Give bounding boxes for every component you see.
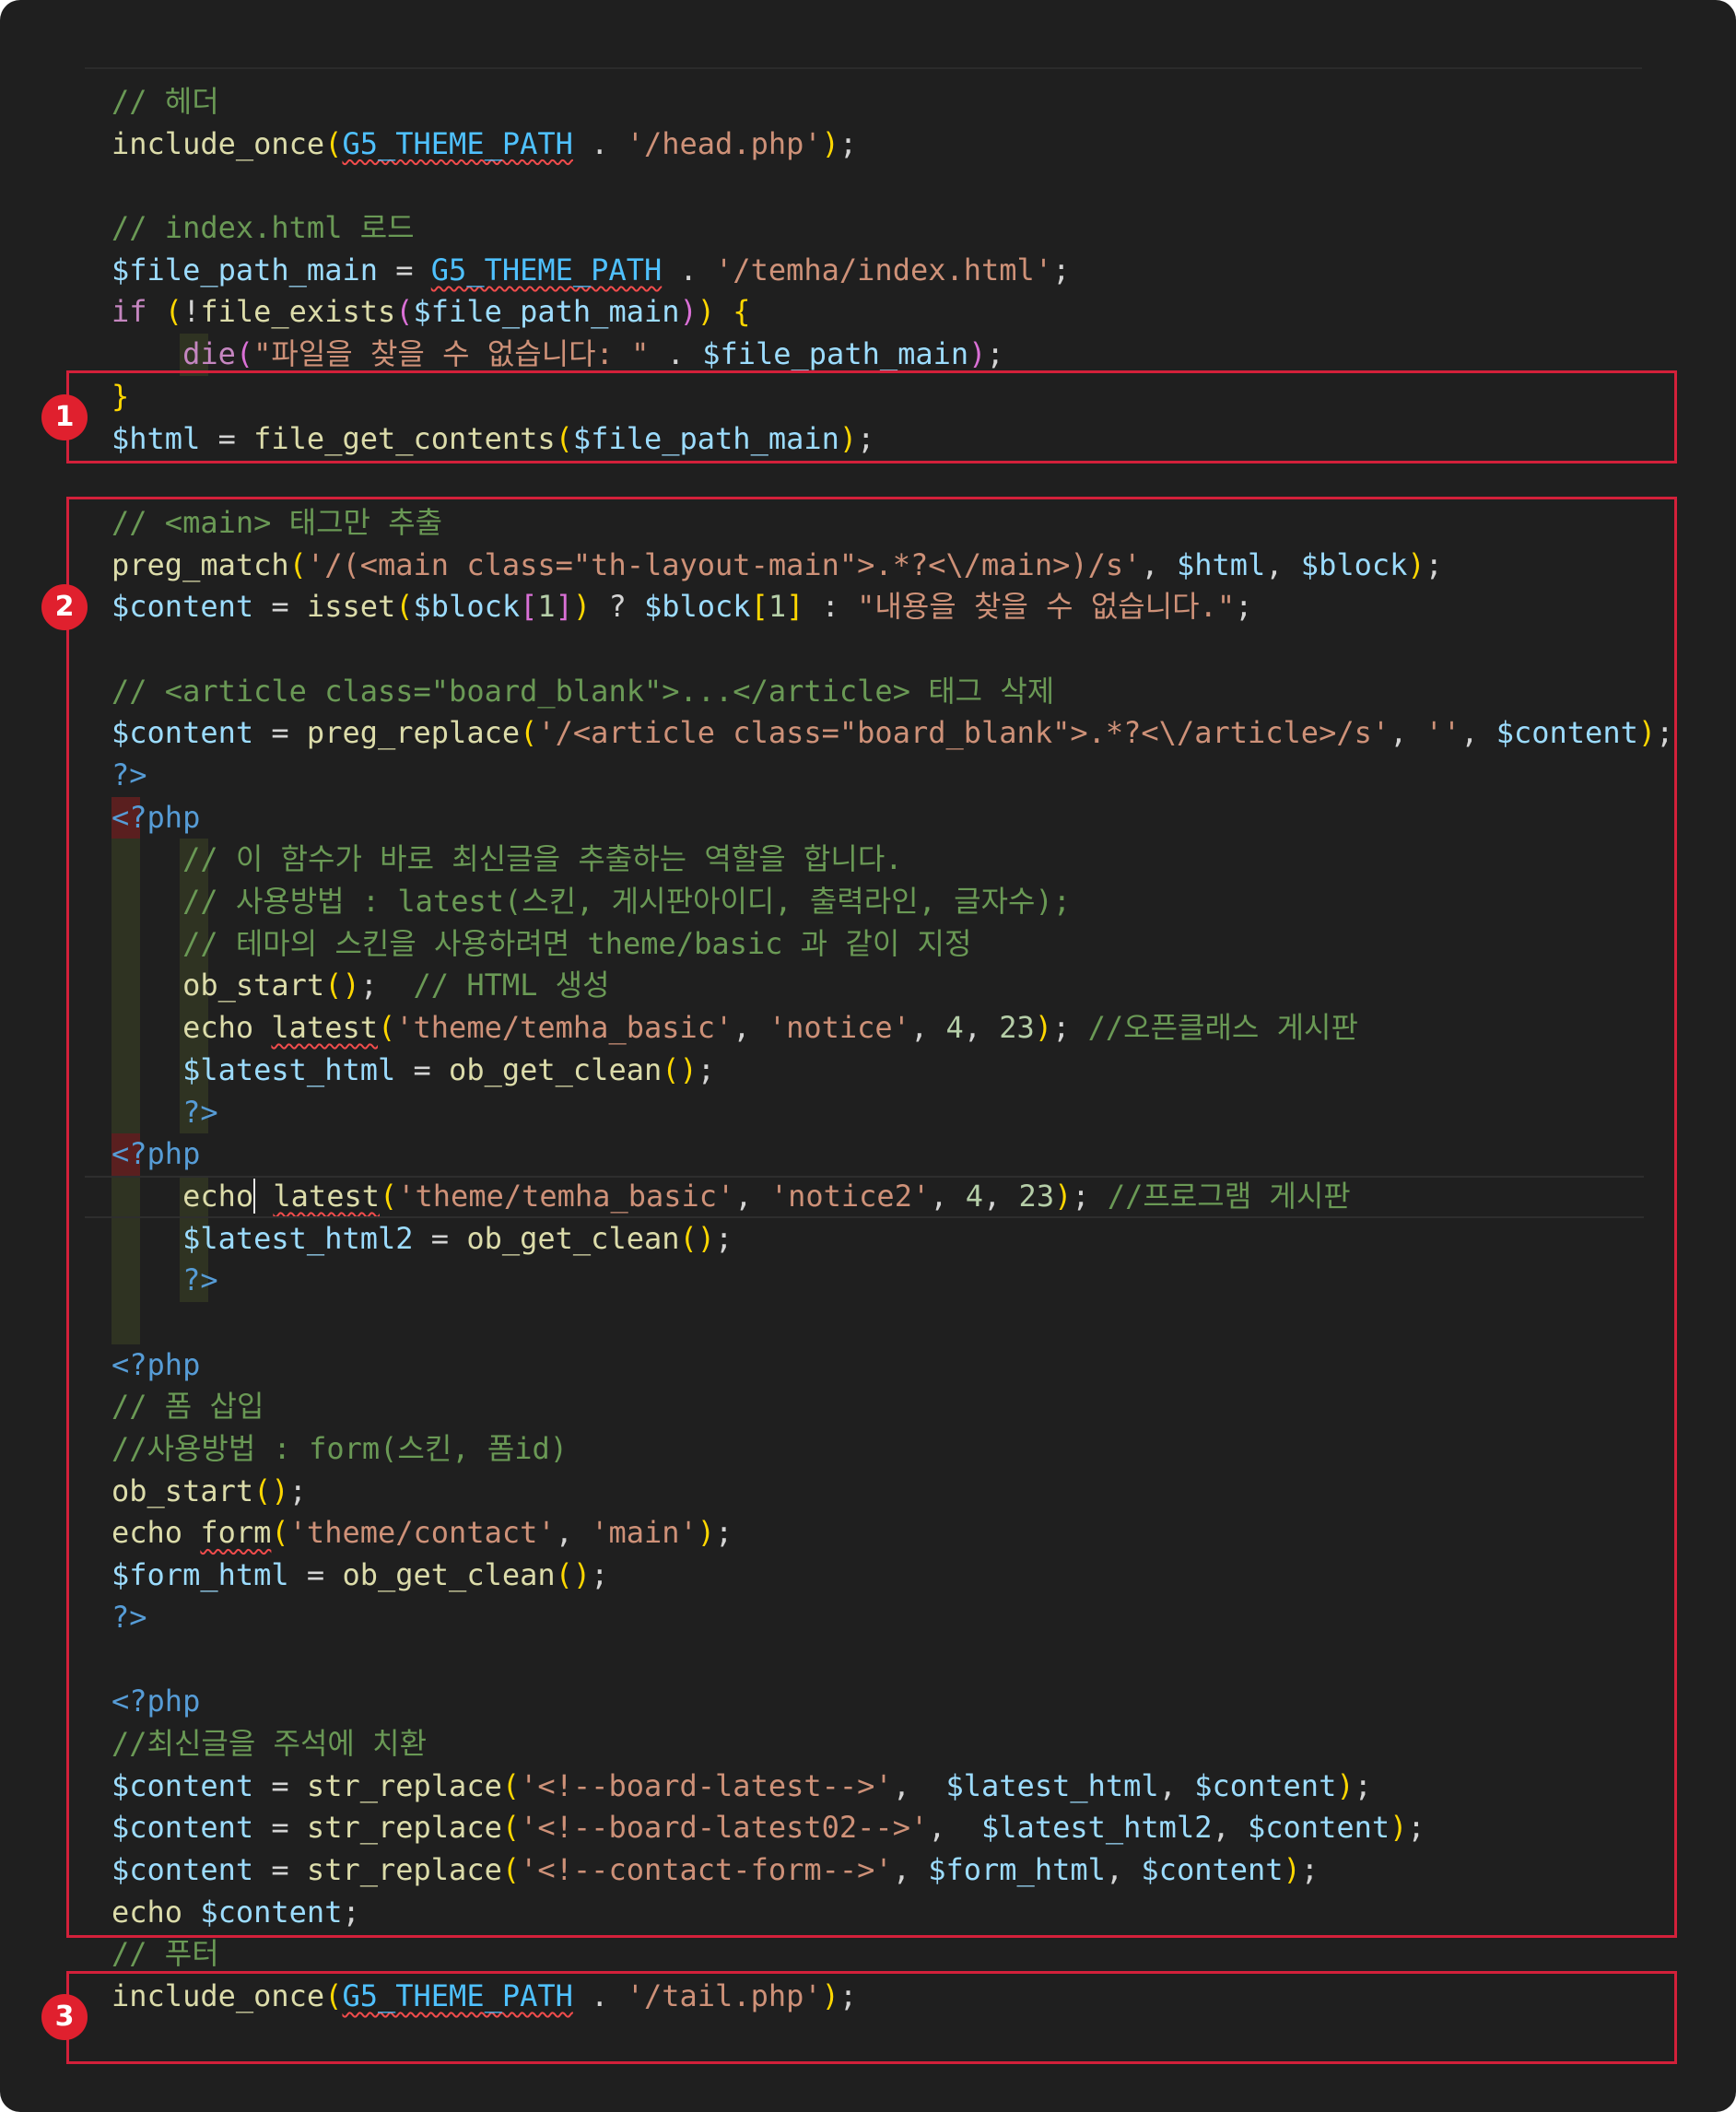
code-token: { — [733, 294, 751, 330]
code-token: ; — [1052, 252, 1071, 287]
code-line[interactable]: // 푸터 — [0, 1933, 1736, 1976]
step-badge: 3 — [41, 1994, 88, 2041]
code-text: if (!file_exists($file_path_main)) { — [111, 291, 751, 334]
code-text: // index.html 로드 — [111, 207, 415, 250]
code-token: ) — [821, 125, 839, 161]
code-token: $file_path_main — [413, 294, 680, 330]
code-token: "파일을 찾을 수 없습니다: " — [253, 336, 650, 372]
code-token: = — [377, 252, 431, 287]
code-line[interactable]: // 헤더 — [0, 81, 1736, 123]
step-badge: 1 — [41, 393, 88, 440]
code-token: . — [572, 125, 627, 161]
code-token: $file_path_main — [702, 336, 969, 372]
code-token: ! — [182, 294, 201, 330]
code-token: . — [662, 252, 716, 287]
code-token: G5_THEME_PATH — [430, 252, 663, 287]
code-token: ; — [986, 336, 1004, 372]
code-text: include_once(G5_THEME_PATH . '/head.php'… — [111, 123, 857, 166]
code-text: // 헤더 — [111, 81, 219, 123]
code-token: if — [111, 294, 147, 330]
code-token: $file_path_main — [111, 252, 378, 287]
code-token: '/head.php' — [626, 125, 822, 161]
code-line[interactable] — [0, 165, 1736, 207]
code-token: ( — [324, 125, 343, 161]
code-token: G5_THEME_PATH — [342, 125, 573, 161]
code-text: $file_path_main = G5_THEME_PATH . '/temh… — [111, 250, 1070, 292]
code-token: ( — [164, 294, 183, 330]
step-badge: 2 — [41, 584, 88, 630]
code-token: ) — [697, 294, 716, 330]
code-token: ( — [395, 294, 414, 330]
highlight-box — [66, 1970, 1677, 2064]
code-line[interactable]: if (!file_exists($file_path_main)) { — [0, 291, 1736, 334]
code-token: ( — [235, 336, 254, 372]
code-token: file_exists — [200, 294, 396, 330]
code-token: // index.html 로드 — [111, 210, 415, 246]
code-line[interactable]: // index.html 로드 — [0, 207, 1736, 250]
code-token: ) — [968, 336, 987, 372]
code-token: // 푸터 — [111, 1936, 219, 1972]
code-text: // 푸터 — [111, 1933, 219, 1976]
code-token: ; — [839, 125, 858, 161]
code-token: die — [182, 336, 236, 372]
code-token: ) — [679, 294, 698, 330]
code-line[interactable]: include_once(G5_THEME_PATH . '/head.php'… — [0, 123, 1736, 166]
code-token: // 헤더 — [111, 84, 219, 119]
code-line[interactable]: $file_path_main = G5_THEME_PATH . '/temh… — [0, 250, 1736, 292]
code-token: . — [649, 336, 703, 372]
editor-divider — [85, 67, 1642, 69]
code-token: include_once — [111, 125, 325, 161]
highlight-box — [66, 497, 1677, 1938]
highlight-box — [66, 370, 1677, 464]
code-editor[interactable]: // 헤더 include_once(G5_THEME_PATH . '/head… — [0, 0, 1736, 2112]
code-token: '/temha/index.html' — [715, 252, 1053, 287]
